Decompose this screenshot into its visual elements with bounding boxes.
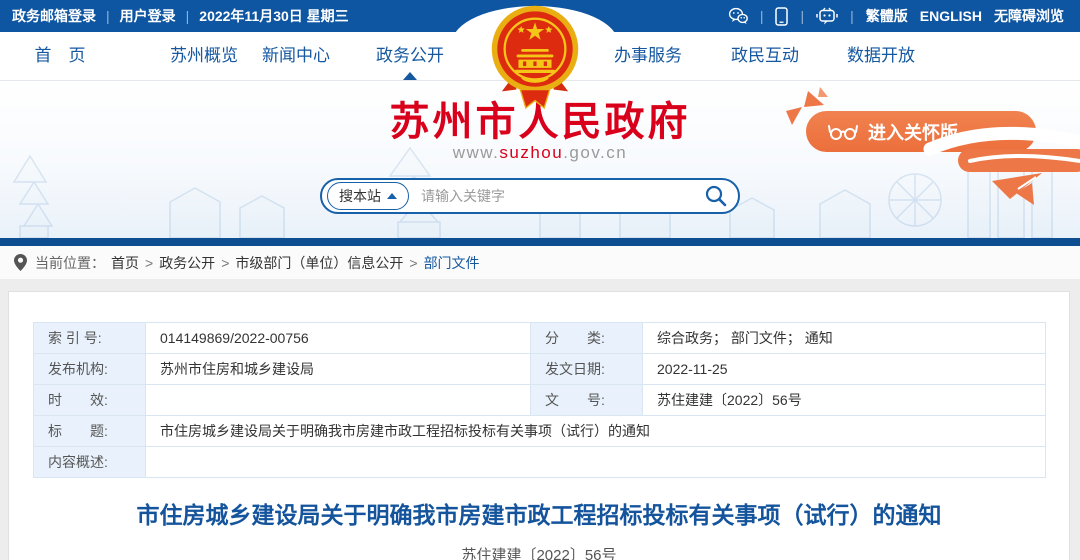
location-pin-icon xyxy=(14,254,27,271)
breadcrumb-gov-info[interactable]: 政务公开 xyxy=(159,253,215,273)
breadcrumb-home[interactable]: 首页 xyxy=(111,253,139,273)
issue-date-label: 发文日期: xyxy=(531,354,643,385)
english-link[interactable]: ENGLISH xyxy=(920,8,982,24)
validity-label: 时 效: xyxy=(34,385,146,416)
site-url-domain: suzhou xyxy=(499,143,563,162)
page: 政务邮箱登录 | 用户登录 | 2022年11月30日 星期三 | xyxy=(0,0,1080,560)
nav-overview[interactable]: 苏州概览 xyxy=(170,32,238,80)
site-url-www: www. xyxy=(453,143,500,162)
article-title: 市住房城乡建设局关于明确我市房建市政工程招标投标有关事项（试行）的通知 xyxy=(29,496,1049,530)
breadcrumb-dept-disclosure[interactable]: 市级部门（单位）信息公开 xyxy=(235,253,403,273)
nav-gov-info-label: 政务公开 xyxy=(376,46,444,65)
document-meta-table: 索 引 号: 014149869/2022-00756 分 类: 综合政务； 部… xyxy=(33,322,1046,478)
chevron-up-icon xyxy=(387,193,397,199)
table-row: 发布机构: 苏州市住房和城乡建设局 发文日期: 2022-11-25 xyxy=(34,354,1046,385)
doc-number-label: 文 号: xyxy=(531,385,643,416)
table-row: 时 效: 文 号: 苏住建建〔2022〕56号 xyxy=(34,385,1046,416)
category-label: 分 类: xyxy=(531,323,643,354)
topbar-separator: | xyxy=(186,8,190,24)
breadcrumb-separator: > xyxy=(145,255,153,271)
title-value: 市住房城乡建设局关于明确我市房建市政工程招标投标有关事项（试行）的通知 xyxy=(146,416,1046,447)
nav-services[interactable]: 办事服务 xyxy=(614,32,682,80)
issue-date-value: 2022-11-25 xyxy=(643,354,1046,385)
table-row: 内容概述: xyxy=(34,447,1046,478)
nav-interaction[interactable]: 政民互动 xyxy=(731,32,799,80)
header-divider-bar xyxy=(0,238,1080,246)
current-date: 2022年11月30日 星期三 xyxy=(199,6,348,26)
robot-icon[interactable] xyxy=(816,7,838,26)
summary-label: 内容概述: xyxy=(34,447,146,478)
national-emblem xyxy=(489,3,581,124)
issuing-agency-value: 苏州市住房和城乡建设局 xyxy=(146,354,531,385)
article-doc-number: 苏住建建〔2022〕56号 xyxy=(9,544,1069,560)
search-scope-label: 搜本站 xyxy=(339,186,381,206)
site-search: 搜本站 xyxy=(320,178,740,214)
summary-value xyxy=(146,447,1046,478)
care-mode-label: 进入关怀版 xyxy=(868,119,958,145)
index-number-value: 014149869/2022-00756 xyxy=(146,323,531,354)
wechat-icon[interactable] xyxy=(728,7,748,25)
title-label: 标 题: xyxy=(34,416,146,447)
topbar-left: 政务邮箱登录 | 用户登录 | 2022年11月30日 星期三 xyxy=(12,0,349,32)
nav-gov-info[interactable]: 政务公开 xyxy=(376,32,444,80)
table-row: 索 引 号: 014149869/2022-00756 分 类: 综合政务； 部… xyxy=(34,323,1046,354)
topbar-separator: | xyxy=(800,8,804,24)
topbar-right: | | | 繁體版 ENG xyxy=(728,0,1064,32)
search-scope-dropdown[interactable]: 搜本站 xyxy=(327,182,409,210)
issuing-agency-label: 发布机构: xyxy=(34,354,146,385)
table-row: 标 题: 市住房城乡建设局关于明确我市房建市政工程招标投标有关事项（试行）的通知 xyxy=(34,416,1046,447)
breadcrumb-separator: > xyxy=(221,255,229,271)
accessibility-link[interactable]: 无障碍浏览 xyxy=(994,6,1064,26)
site-url-tld: .gov.cn xyxy=(563,143,627,162)
category-value: 综合政务； 部门文件； 通知 xyxy=(643,323,1046,354)
nav-data[interactable]: 数据开放 xyxy=(847,32,915,80)
breadcrumb-label: 当前位置： xyxy=(35,253,105,273)
index-number-label: 索 引 号: xyxy=(34,323,146,354)
document-card: 索 引 号: 014149869/2022-00756 分 类: 综合政务； 部… xyxy=(8,291,1070,560)
breadcrumb-current: 部门文件 xyxy=(424,253,480,273)
care-mode-button[interactable]: 进入关怀版 xyxy=(806,111,1036,152)
search-icon[interactable] xyxy=(704,184,728,208)
doc-number-value: 苏住建建〔2022〕56号 xyxy=(643,385,1046,416)
user-login-link[interactable]: 用户登录 xyxy=(120,6,176,26)
breadcrumb: 当前位置： 首页 > 政务公开 > 市级部门（单位）信息公开 > 部门文件 xyxy=(0,246,1080,279)
gov-mail-login-link[interactable]: 政务邮箱登录 xyxy=(12,6,96,26)
traditional-chinese-link[interactable]: 繁體版 xyxy=(866,6,908,26)
topbar-separator: | xyxy=(106,8,110,24)
mobile-icon[interactable] xyxy=(775,7,788,26)
topbar-separator: | xyxy=(760,8,764,24)
nav-news[interactable]: 新闻中心 xyxy=(262,32,330,80)
breadcrumb-separator: > xyxy=(409,255,417,271)
active-tab-indicator xyxy=(403,72,417,80)
search-input[interactable] xyxy=(419,187,704,205)
nav-home[interactable]: 首 页 xyxy=(35,32,86,80)
validity-value xyxy=(146,385,531,416)
glasses-icon xyxy=(828,123,858,141)
topbar-separator: | xyxy=(850,8,854,24)
